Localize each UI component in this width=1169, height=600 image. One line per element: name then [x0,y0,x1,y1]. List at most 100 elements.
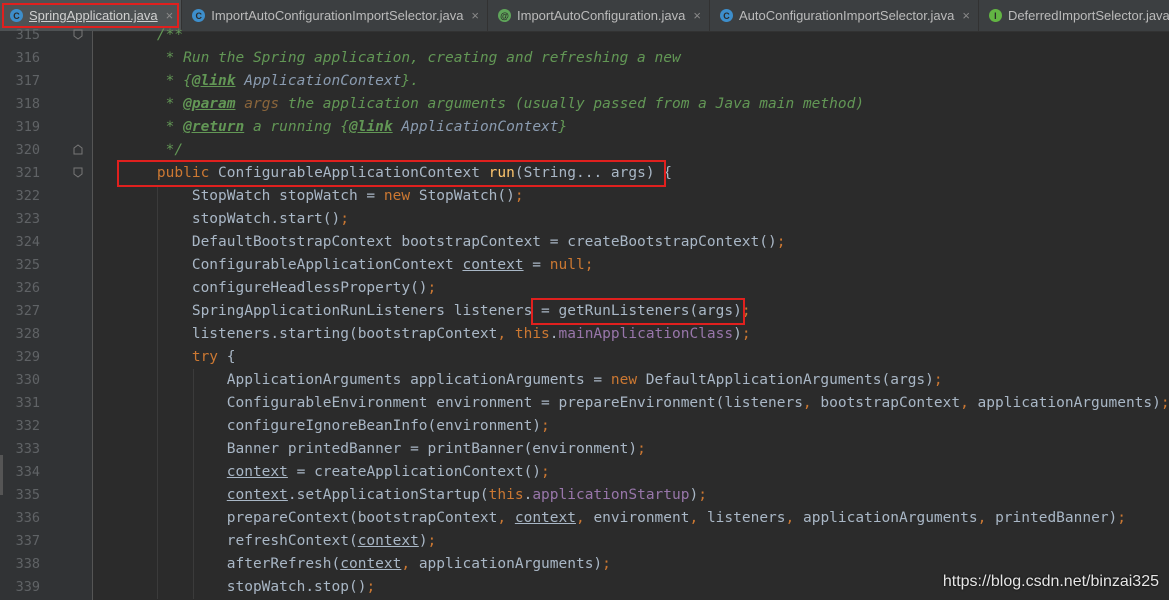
code-token-plain: applicationArguments [802,510,978,526]
code-token-doc: a running { [244,119,349,135]
line-number: 329 [15,349,40,365]
code-line: 329 try { [0,346,1169,369]
code-text[interactable]: * {@link ApplicationContext}. [122,70,419,93]
code-line: 325 ConfigurableApplicationContext conte… [0,254,1169,277]
code-text[interactable]: listeners.starting(bootstrapContext, thi… [122,323,751,346]
code-token-kw: try [191,349,219,365]
code-text[interactable]: context.setApplicationStartup(this.appli… [122,484,707,507]
code-token-docref: ApplicationContext [392,119,559,135]
line-number: 322 [15,188,40,204]
code-text[interactable]: DefaultBootstrapContext bootstrapContext… [122,231,786,254]
code-text[interactable]: ApplicationArguments applicationArgument… [122,369,943,392]
line-number: 326 [15,280,40,296]
code-token-plain: DefaultApplicationArguments(args) [637,372,934,388]
code-token-kw: , [575,510,594,526]
fold-marker-icon[interactable] [73,29,83,40]
line-number: 318 [15,96,40,112]
line-number: 331 [15,395,40,411]
code-line: 331 ConfigurableEnvironment environment … [0,392,1169,415]
code-token-kw: ; [427,280,437,296]
code-text[interactable]: stopWatch.stop(); [122,576,375,599]
line-number: 327 [15,303,40,319]
code-token-kw: ; [366,579,376,595]
code-line: 332 configureIgnoreBeanInfo(environment)… [0,415,1169,438]
code-text[interactable]: * Run the Spring application, creating a… [122,47,681,70]
code-token-doc: * [122,119,184,135]
code-token-kw: ; [1117,510,1127,526]
code-token-doc: * { [122,73,192,89]
code-line: 319 * @return a running {@link Applicati… [0,116,1169,139]
code-token-plain: applicationArguments) [977,395,1161,411]
line-number: 339 [15,579,40,595]
tab-label: DeferredImportSelector.java [1007,8,1169,23]
code-token-kw: , [497,326,515,342]
code-token-plain: DefaultBootstrapContext bootstrapContext… [122,234,777,250]
code-text[interactable]: prepareContext(bootstrapContext, context… [122,507,1126,530]
code-token-kw: , [977,510,996,526]
code-line: 323 stopWatch.start(); [0,208,1169,231]
code-line: 337 refreshContext(context); [0,530,1169,553]
line-number: 325 [15,257,40,273]
code-token-kw: , [689,510,707,526]
class-icon: C [192,9,206,22]
code-text[interactable]: ConfigurableEnvironment environment = pr… [122,392,1169,415]
code-text[interactable]: * @return a running {@link ApplicationCo… [122,116,568,139]
line-number: 328 [15,326,40,342]
close-icon[interactable]: × [962,8,970,23]
close-icon[interactable]: × [471,8,479,23]
code-token-var: context [226,487,288,503]
code-token-kw: ; [1160,395,1169,411]
code-text[interactable]: Banner printedBanner = printBanner(envir… [122,438,646,461]
code-token-kw: ; [602,556,611,572]
code-token-kw: , [960,395,978,411]
code-text[interactable]: */ [122,139,183,162]
code-token-plain: environment [593,510,690,526]
code-token-doctag: @link [191,73,236,89]
code-token-kw: new [383,188,411,204]
code-token-field: mainApplicationClass [558,326,734,342]
code-text[interactable]: try { [122,346,236,369]
code-token-var: context [357,533,419,549]
code-token-kw: , [785,510,803,526]
code-token-kw: , [802,395,821,411]
code-line: 318 * @param args the application argume… [0,93,1169,116]
code-token-plain: listeners.starting(bootstrapContext [122,326,498,342]
code-token-kw: ; [427,533,437,549]
code-token-var: context [462,257,524,273]
code-token-plain: listeners [706,510,786,526]
line-number: 334 [15,464,40,480]
line-number: 335 [15,487,40,503]
code-text[interactable]: StopWatch stopWatch = new StopWatch(); [122,185,524,208]
code-token-plain: ApplicationArguments applicationArgument… [122,372,611,388]
code-text[interactable]: /** [122,24,183,47]
code-text[interactable]: * @param args the application arguments … [122,93,864,116]
line-number: 315 [15,27,40,43]
code-text[interactable]: context = createApplicationContext(); [122,461,550,484]
code-token-plain: ) [418,533,428,549]
indent-guide [157,185,158,599]
code-token-kw: null; [549,257,594,273]
left-scroll-indicator[interactable] [0,455,3,495]
line-number: 324 [15,234,40,250]
code-token-doctag: @link [348,119,393,135]
code-text[interactable]: configureIgnoreBeanInfo(environment); [122,415,550,438]
close-icon[interactable]: × [693,8,701,23]
code-token-kw: ; [637,441,646,457]
code-text[interactable]: configureHeadlessProperty(); [122,277,436,300]
interface-icon: I [988,9,1002,22]
code-token-plain: ) [733,326,742,342]
code-text[interactable]: ConfigurableApplicationContext context =… [122,254,594,277]
code-text[interactable]: refreshContext(context); [122,530,437,553]
code-token-kw: new [610,372,638,388]
fold-marker-icon[interactable] [73,167,83,178]
code-token-plain: { [218,349,236,365]
code-text[interactable]: afterRefresh(context, applicationArgumen… [122,553,611,576]
fold-marker-icon[interactable] [73,144,83,155]
code-token-kw: ; [741,326,751,342]
code-token-plain: prepareContext(bootstrapContext [122,510,498,526]
line-number: 330 [15,372,40,388]
code-token-field: applicationStartup [532,487,690,503]
line-number: 323 [15,211,40,227]
code-line: 317 * {@link ApplicationContext}. [0,70,1169,93]
